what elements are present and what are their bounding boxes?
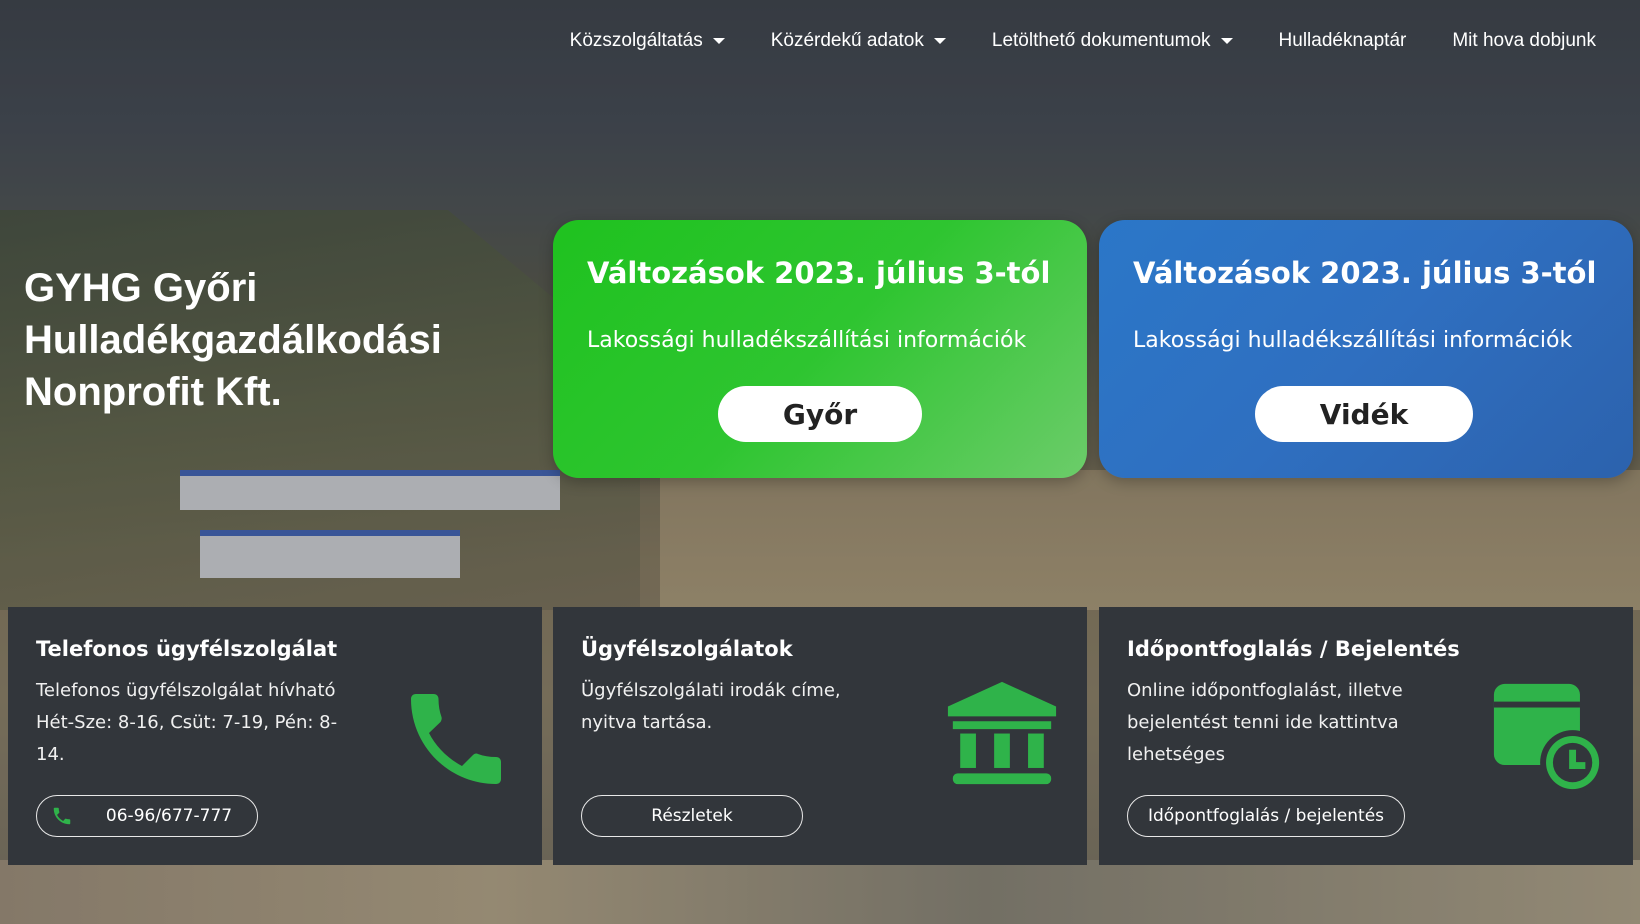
nav-item-kozszolgaltatas[interactable]: Közszolgáltatás	[570, 30, 725, 52]
info-box-offices: Ügyfélszolgálatok Ügyfélszolgálati irodá…	[553, 607, 1087, 865]
phone-number: 06-96/677-777	[105, 806, 233, 826]
caret-down-icon	[1220, 38, 1233, 44]
hero-title-strong: GYHG	[24, 266, 142, 310]
phone-icon	[411, 694, 501, 784]
info-title: Ügyfélszolgálatok	[581, 637, 793, 661]
nav-item-label: Mit hova dobjunk	[1452, 30, 1596, 51]
info-text: Telefonos ügyfélszolgálat hívható Hét-Sz…	[36, 680, 338, 765]
card-subtitle: Lakossági hulladékszállítási információk	[587, 328, 1027, 353]
card-subtitle: Lakossági hulladékszállítási információk	[1133, 328, 1573, 353]
info-text: Ügyfélszolgálati irodák címe, nyitva tar…	[581, 680, 841, 733]
phone-call-button[interactable]: 06-96/677-777	[36, 795, 258, 837]
bank-icon	[947, 681, 1057, 785]
nav-item-mit-hova-dobjunk[interactable]: Mit hova dobjunk	[1452, 30, 1596, 52]
info-title: Időpontfoglalás / Bejelentés	[1127, 637, 1460, 661]
nav-item-label: Közszolgáltatás	[569, 30, 703, 51]
info-title: Telefonos ügyfélszolgálat	[36, 637, 338, 661]
nav-item-hulladeknaptar[interactable]: Hulladéknaptár	[1279, 30, 1407, 52]
card-gyor: Változások 2023. július 3-tól Lakossági …	[553, 220, 1087, 478]
nav-item-letoltheto-dokumentumok[interactable]: Letölthető dokumentumok	[992, 30, 1233, 52]
card-videk: Változások 2023. július 3-tól Lakossági …	[1099, 220, 1633, 478]
caret-down-icon	[933, 38, 946, 44]
nav-item-label: Letölthető dokumentumok	[991, 30, 1211, 51]
card-title: Változások 2023. július 3-tól	[587, 256, 1051, 290]
info-text: Online időpontfoglalást, illetve bejelen…	[1127, 680, 1403, 765]
main-nav: Közszolgáltatás Közérdekű adatok Letölth…	[570, 30, 1596, 52]
videk-button[interactable]: Vidék	[1255, 386, 1473, 442]
info-box-booking: Időpontfoglalás / Bejelentés Online időp…	[1099, 607, 1633, 865]
booking-button[interactable]: Időpontfoglalás / bejelentés	[1127, 795, 1405, 837]
nav-item-kozerdeku-adatok[interactable]: Közérdekű adatok	[771, 30, 946, 52]
nav-item-label: Közérdekű adatok	[770, 30, 924, 51]
hero-title: GYHG Győri Hulladékgazdálkodási Nonprofi…	[24, 262, 504, 418]
calendar-clock-icon	[1493, 683, 1606, 796]
gyor-button[interactable]: Győr	[718, 386, 922, 442]
caret-down-icon	[712, 38, 725, 44]
card-title: Változások 2023. július 3-tól	[1133, 256, 1597, 290]
details-button[interactable]: Részletek	[581, 795, 803, 837]
phone-small-icon	[53, 807, 71, 825]
info-box-phone: Telefonos ügyfélszolgálat Telefonos ügyf…	[8, 607, 542, 865]
nav-item-label: Hulladéknaptár	[1278, 30, 1407, 51]
